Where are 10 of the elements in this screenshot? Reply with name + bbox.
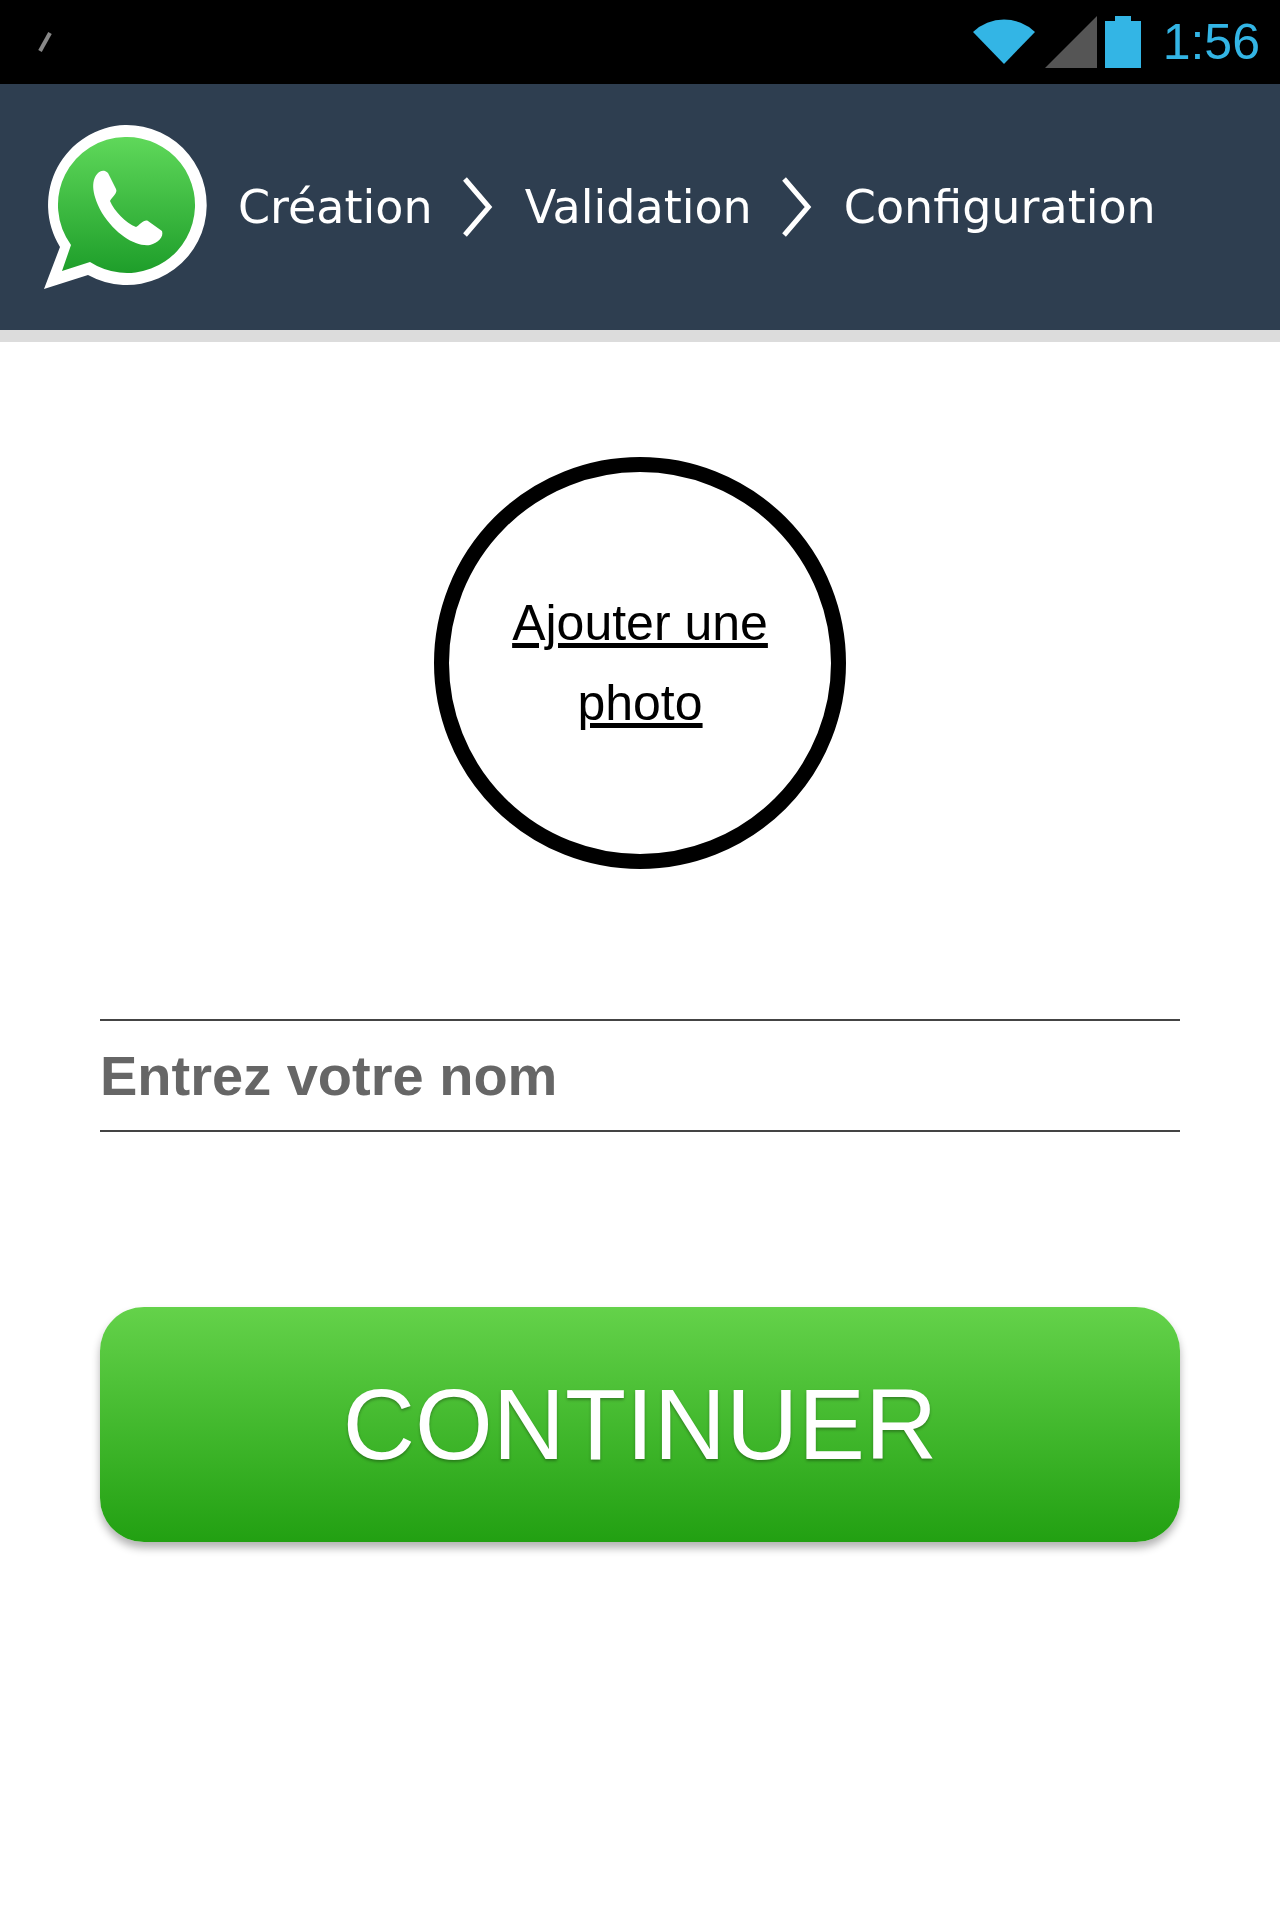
add-photo-button[interactable]: Ajouter une photo (434, 457, 846, 869)
step-label: Création (238, 180, 433, 234)
name-field[interactable]: Entrez votre nom (100, 1019, 1180, 1132)
notification-icon (36, 31, 54, 53)
battery-icon (1104, 16, 1141, 68)
wifi-icon (970, 18, 1037, 66)
step-label: Configuration (843, 180, 1156, 234)
status-time: 1:56 (1162, 13, 1260, 71)
step-label: Validation (524, 180, 752, 234)
signal-icon (1044, 16, 1097, 68)
